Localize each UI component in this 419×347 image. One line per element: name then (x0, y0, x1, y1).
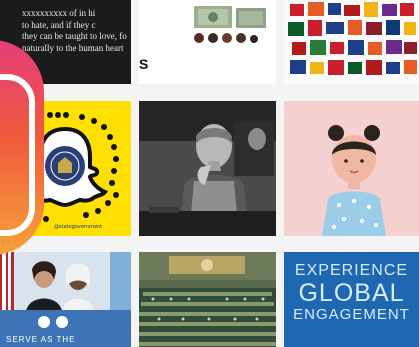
bills-letter: S (139, 56, 149, 72)
college-logos-post-tile[interactable] (284, 0, 419, 84)
experience-global-engagement-tile[interactable]: EXPERIENCE GLOBAL ENGAGEMENT (284, 252, 419, 347)
un-caption: SERVE AS THE (6, 335, 76, 344)
illustrated-girl-image (284, 101, 419, 236)
bills-coins-image (194, 6, 266, 43)
instagram-logo-icon (0, 40, 44, 255)
quote-text: xxxxxxxxxx of in hi to hate, and if they… (22, 8, 127, 53)
historic-woman-photo (139, 101, 276, 236)
illustration-girl-tile[interactable] (284, 101, 419, 236)
un-ambassadors-photo (0, 252, 131, 347)
un-photo-tile[interactable]: SERVE AS THE (0, 252, 131, 347)
college-logos-image (284, 0, 419, 84)
historic-woman-photo-tile[interactable] (139, 101, 276, 236)
general-assembly-hall-photo (139, 252, 276, 347)
general-assembly-hall-tile[interactable] (139, 252, 276, 347)
global-engagement-text: EXPERIENCE GLOBAL ENGAGEMENT (293, 262, 410, 323)
snapcode-handle: @stategovernment (54, 224, 103, 230)
bills-coins-post-tile[interactable]: S (139, 0, 276, 84)
